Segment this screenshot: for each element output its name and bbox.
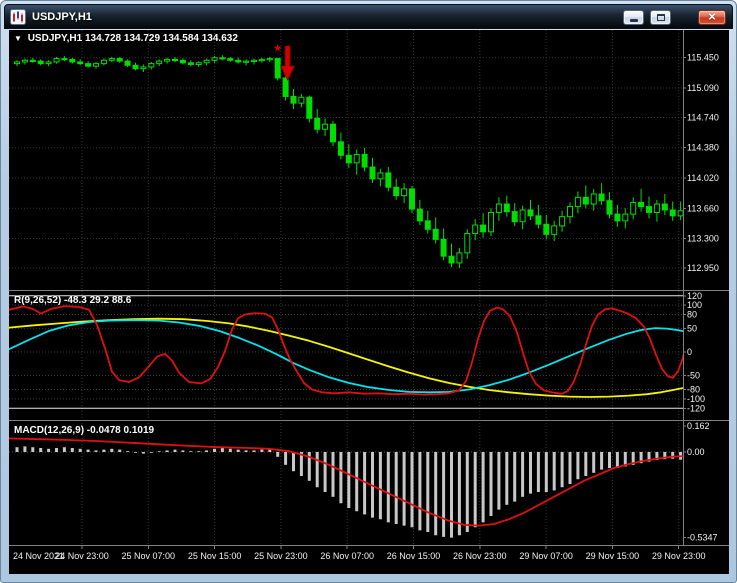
svg-text:113.660: 113.660 bbox=[687, 203, 719, 213]
svg-text:115.090: 115.090 bbox=[687, 83, 719, 93]
app-icon bbox=[10, 9, 26, 25]
svg-text:80: 80 bbox=[687, 310, 697, 320]
svg-text:-120: -120 bbox=[687, 403, 705, 413]
minimize-icon bbox=[630, 19, 638, 22]
svg-text:-50: -50 bbox=[687, 370, 700, 380]
svg-text:-0.5347: -0.5347 bbox=[687, 533, 718, 543]
chart-canvas[interactable]: ★ 115.450 115.090 114.740 114.380 114.020 113.… bbox=[9, 30, 729, 574]
close-button[interactable]: × bbox=[698, 10, 726, 25]
svg-text:25 Nov 23:00: 25 Nov 23:00 bbox=[254, 551, 308, 561]
close-icon: × bbox=[708, 10, 716, 23]
svg-text:★: ★ bbox=[274, 43, 283, 53]
svg-text:115.450: 115.450 bbox=[687, 53, 719, 63]
svg-text:114.020: 114.020 bbox=[687, 173, 719, 183]
svg-text:25 Nov 15:00: 25 Nov 15:00 bbox=[188, 551, 242, 561]
dropdown-arrow-icon[interactable]: ▼ bbox=[14, 34, 22, 43]
svg-text:24 Nov 23:00: 24 Nov 23:00 bbox=[55, 551, 109, 561]
window-title: USDJPY,H1 bbox=[32, 11, 92, 23]
svg-text:29 Nov 15:00: 29 Nov 15:00 bbox=[586, 551, 640, 561]
svg-text:26 Nov 15:00: 26 Nov 15:00 bbox=[387, 551, 441, 561]
chart-background bbox=[9, 30, 729, 574]
minimize-button[interactable] bbox=[623, 10, 644, 25]
svg-text:0: 0 bbox=[687, 347, 692, 357]
application-window: USDJPY,H1 × ★ 115.450 115.090 114.740 114.38… bbox=[0, 0, 737, 583]
svg-text:29 Nov 07:00: 29 Nov 07:00 bbox=[519, 551, 573, 561]
svg-text:114.740: 114.740 bbox=[687, 112, 719, 122]
svg-text:29 Nov 23:00: 29 Nov 23:00 bbox=[652, 551, 706, 561]
maximize-icon bbox=[657, 14, 665, 21]
svg-text:0.00: 0.00 bbox=[687, 447, 705, 457]
svg-text:25 Nov 07:00: 25 Nov 07:00 bbox=[122, 551, 176, 561]
svg-text:113.300: 113.300 bbox=[687, 234, 719, 244]
svg-text:0.162: 0.162 bbox=[687, 421, 710, 431]
svg-text:50: 50 bbox=[687, 324, 697, 334]
maximize-button[interactable] bbox=[650, 10, 671, 25]
svg-text:26 Nov 07:00: 26 Nov 07:00 bbox=[320, 551, 374, 561]
svg-text:114.380: 114.380 bbox=[687, 143, 719, 153]
svg-text:26 Nov 23:00: 26 Nov 23:00 bbox=[453, 551, 507, 561]
chart-area[interactable]: ★ 115.450 115.090 114.740 114.380 114.020 113.… bbox=[9, 30, 729, 574]
window-titlebar[interactable]: USDJPY,H1 × bbox=[4, 4, 733, 29]
svg-text:112.950: 112.950 bbox=[687, 263, 719, 273]
